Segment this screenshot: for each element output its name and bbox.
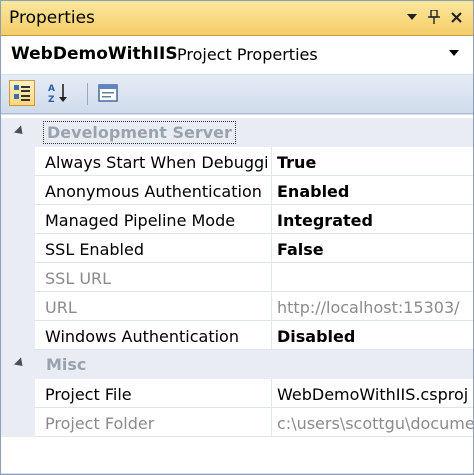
alphabetical-sort-icon[interactable]: A Z	[45, 80, 71, 106]
property-pages-icon[interactable]	[95, 80, 121, 106]
property-value[interactable]: WebDemoWithIIS.csproj	[277, 385, 473, 404]
title-bar[interactable]: Properties	[1, 1, 473, 36]
property-row[interactable]: Project Folder c:\users\scottgu\document…	[1, 408, 473, 437]
property-name: Project Folder	[45, 414, 155, 433]
property-row[interactable]: URL http://localhost:15303/	[1, 292, 473, 321]
category-label: Misc	[46, 355, 87, 374]
properties-toolbar: A Z	[1, 75, 473, 114]
property-name: Always Start When Debuggi	[45, 153, 267, 172]
object-type: Project Properties	[177, 45, 318, 64]
svg-text:A: A	[48, 84, 55, 94]
property-row[interactable]: Project File WebDemoWithIIS.csproj	[1, 379, 473, 408]
property-value[interactable]: Disabled	[277, 327, 473, 346]
chevron-down-icon[interactable]	[449, 50, 459, 56]
property-grid: Development Server Always Start When Deb…	[1, 115, 473, 473]
property-name: Anonymous Authentication	[45, 182, 262, 201]
category-development-server[interactable]: Development Server	[1, 118, 473, 147]
close-icon[interactable]	[447, 7, 465, 27]
property-row[interactable]: SSL Enabled False	[1, 234, 473, 263]
object-selector[interactable]: WebDemoWithIIS Project Properties	[1, 36, 473, 74]
property-name: URL	[45, 298, 77, 317]
properties-window: Properties WebDemoWithIIS Project Proper…	[0, 0, 474, 475]
property-value[interactable]: c:\users\scottgu\documents	[277, 414, 473, 433]
property-row[interactable]: Windows Authentication Disabled	[1, 321, 473, 350]
property-name: Windows Authentication	[45, 327, 239, 346]
property-value[interactable]: Integrated	[277, 211, 473, 230]
property-name: SSL Enabled	[45, 240, 144, 259]
categorized-icon[interactable]	[9, 80, 35, 106]
property-value[interactable]: Enabled	[277, 182, 473, 201]
dropdown-icon[interactable]	[403, 7, 421, 27]
property-value[interactable]: http://localhost:15303/	[277, 298, 473, 317]
collapse-icon[interactable]	[13, 125, 27, 138]
svg-text:Z: Z	[48, 95, 55, 104]
toolbar-separator	[87, 83, 88, 105]
property-row[interactable]: Always Start When Debuggi True	[1, 147, 473, 176]
property-value[interactable]: False	[277, 240, 473, 259]
property-name: SSL URL	[45, 269, 112, 288]
property-row[interactable]: Anonymous Authentication Enabled	[1, 176, 473, 205]
property-row[interactable]: SSL URL	[1, 263, 473, 292]
category-misc[interactable]: Misc	[1, 350, 473, 379]
property-row[interactable]: Managed Pipeline Mode Integrated	[1, 205, 473, 234]
category-label: Development Server	[43, 121, 236, 144]
window-title: Properties	[9, 8, 95, 28]
property-value[interactable]: True	[277, 153, 473, 172]
pin-icon[interactable]	[425, 7, 443, 27]
collapse-icon[interactable]	[13, 357, 27, 370]
property-name: Project File	[45, 385, 132, 404]
property-name: Managed Pipeline Mode	[45, 211, 236, 230]
object-name: WebDemoWithIIS	[11, 44, 178, 64]
